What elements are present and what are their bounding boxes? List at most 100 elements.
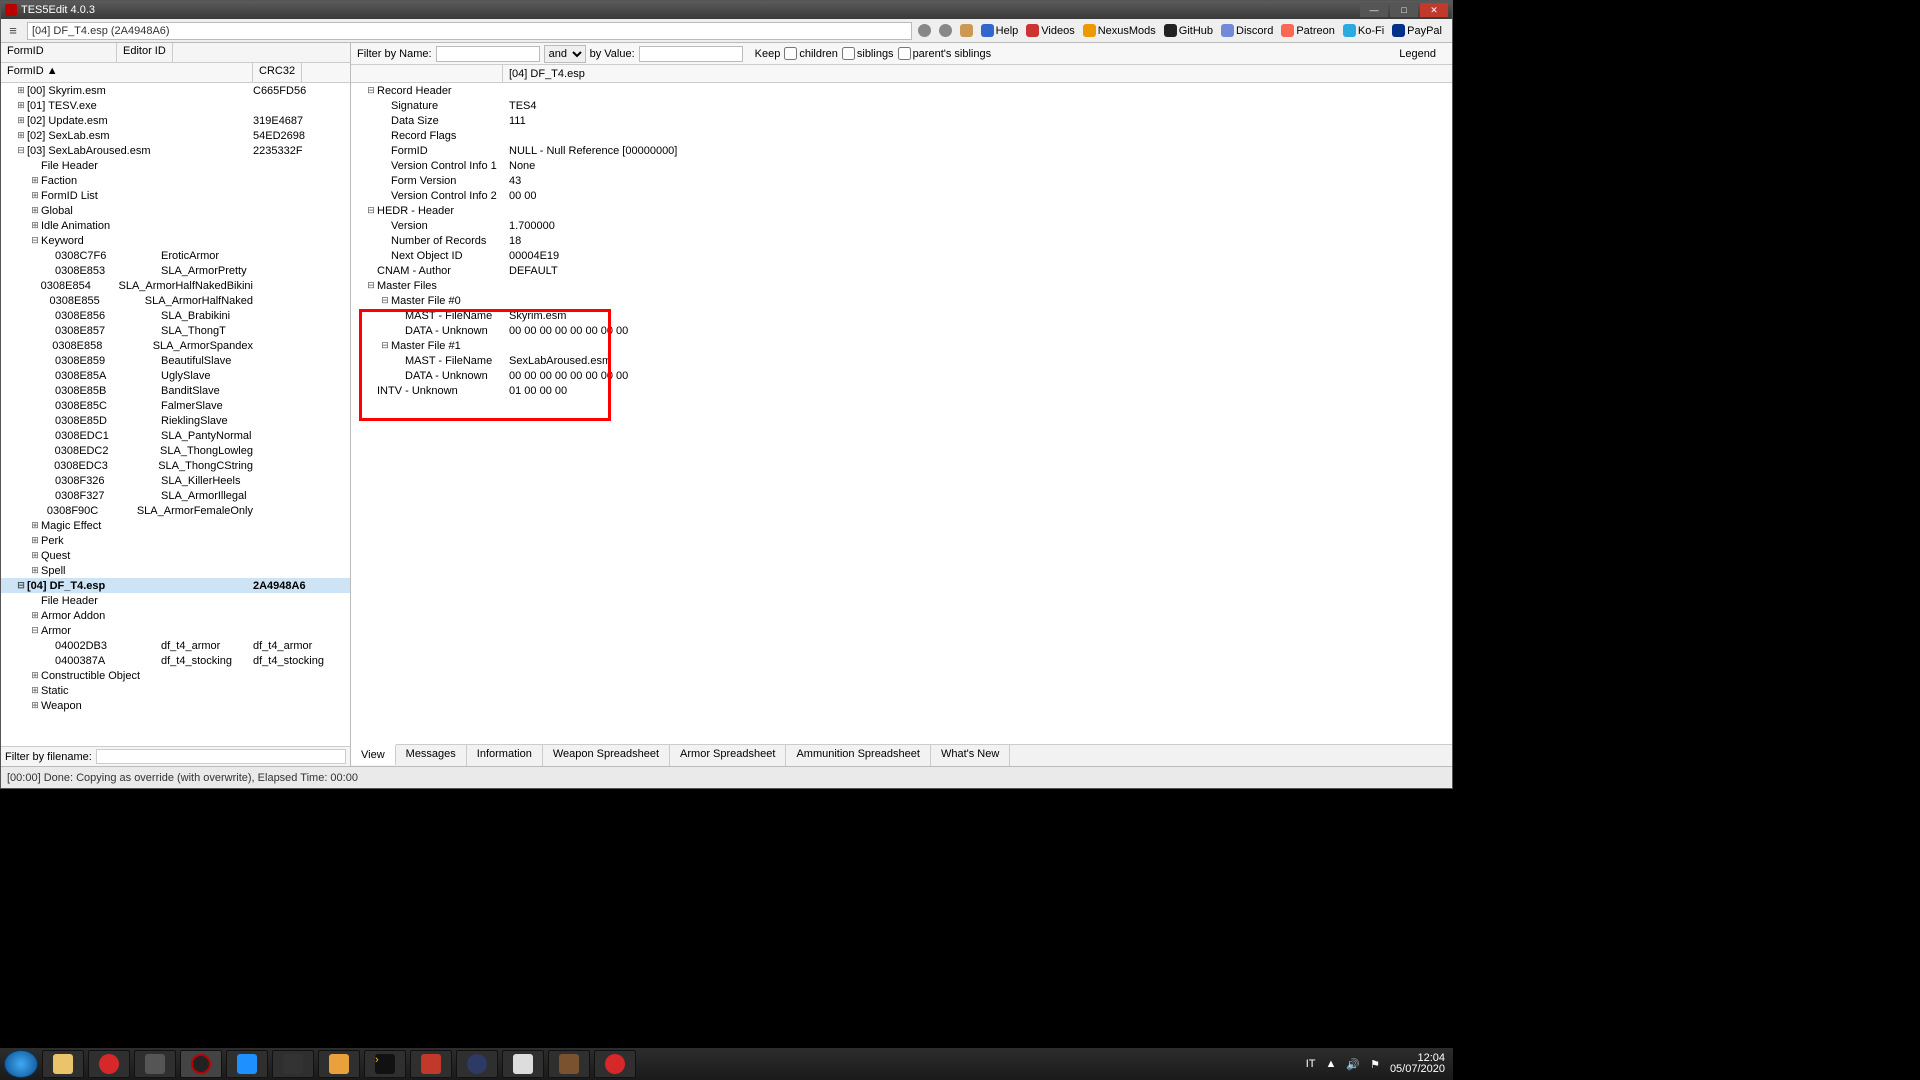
tree-row[interactable]: 0308C7F6EroticArmor [1,248,350,263]
tree-row[interactable]: ⊞Quest [1,548,350,563]
address-field[interactable]: [04] DF_T4.esp (2A4948A6) [27,22,912,40]
taskbar-item[interactable] [180,1050,222,1078]
taskbar-item[interactable]: › [364,1050,406,1078]
link-paypal[interactable]: PayPal [1392,24,1442,37]
expand-icon[interactable]: ⊟ [365,280,377,291]
keep-siblings[interactable]: siblings [842,47,894,60]
record-row[interactable]: FormIDNULL - Null Reference [00000000] [351,143,1452,158]
expand-icon[interactable]: ⊞ [15,100,27,111]
link-github[interactable]: GitHub [1164,24,1213,37]
tree-row[interactable]: ⊞FormID List [1,188,350,203]
keep-children[interactable]: children [784,47,838,60]
tree-row[interactable]: ⊞Constructible Object [1,668,350,683]
expand-icon[interactable]: ⊞ [29,190,41,201]
tab-view[interactable]: View [351,744,396,765]
tree-row[interactable]: 0308EDC2SLA_ThongLowleg [1,443,350,458]
expand-icon[interactable]: ⊟ [29,235,41,246]
record-row[interactable]: INTV - Unknown01 00 00 00 [351,383,1452,398]
expand-icon[interactable]: ⊞ [29,610,41,621]
tree-row[interactable]: ⊞Weapon [1,698,350,713]
legend-button[interactable]: Legend [1389,45,1446,63]
taskbar-item[interactable] [42,1050,84,1078]
record-row[interactable]: Version Control Info 1None [351,158,1452,173]
taskbar-item[interactable] [318,1050,360,1078]
forward-icon[interactable] [939,24,952,37]
tree-row[interactable]: 0308E855SLA_ArmorHalfNaked [1,293,350,308]
start-button[interactable] [4,1050,38,1078]
tree-row[interactable]: ⊞[00] Skyrim.esmC665FD56 [1,83,350,98]
tree-row[interactable]: 0308E853SLA_ArmorPretty [1,263,350,278]
link-videos[interactable]: Videos [1026,24,1074,37]
record-row[interactable]: ⊟Master File #0 [351,293,1452,308]
tree-row[interactable]: ⊞Spell [1,563,350,578]
tree-row[interactable]: 0400387Adf_t4_stockingdf_t4_stocking [1,653,350,668]
record-row[interactable]: Number of Records18 [351,233,1452,248]
language-indicator[interactable]: IT [1306,1058,1316,1070]
taskbar-item[interactable] [456,1050,498,1078]
taskbar-item[interactable] [502,1050,544,1078]
tree-row[interactable]: ⊞Global [1,203,350,218]
tree-row[interactable]: 0308E859BeautifulSlave [1,353,350,368]
taskbar-item[interactable] [548,1050,590,1078]
minimize-button[interactable]: — [1360,3,1388,17]
link-help[interactable]: Help [981,24,1019,37]
filter-op-select[interactable]: and [544,45,586,63]
expand-icon[interactable]: ⊟ [379,340,391,351]
left-columns[interactable]: FormID ▲ CRC32 [1,63,350,83]
expand-icon[interactable]: ⊞ [29,685,41,696]
tree-row[interactable]: ⊟[03] SexLabAroused.esm2235332F [1,143,350,158]
expand-icon[interactable]: ⊞ [15,115,27,126]
tab-armor-spreadsheet[interactable]: Armor Spreadsheet [670,745,786,766]
record-row[interactable]: ⊟Master Files [351,278,1452,293]
tree-row[interactable]: 0308EDC1SLA_PantyNormal [1,428,350,443]
expand-icon[interactable]: ⊞ [29,520,41,531]
filter-value-input[interactable] [639,46,743,62]
record-row[interactable]: Record Flags [351,128,1452,143]
expand-icon[interactable]: ⊞ [29,700,41,711]
tree-row[interactable]: ⊟[04] DF_T4.esp2A4948A6 [1,578,350,593]
expand-icon[interactable]: ⊞ [29,670,41,681]
tree-row[interactable]: ⊞Perk [1,533,350,548]
tree-row[interactable]: ⊞[02] SexLab.esm54ED2698 [1,128,350,143]
tree-row[interactable]: ⊞Idle Animation [1,218,350,233]
expand-icon[interactable]: ⊞ [15,85,27,96]
tree-row[interactable]: 0308E85AUglySlave [1,368,350,383]
record-row[interactable]: Version1.700000 [351,218,1452,233]
expand-icon[interactable]: ⊞ [29,535,41,546]
expand-icon[interactable]: ⊟ [379,295,391,306]
tree-row[interactable]: ⊞Static [1,683,350,698]
tree-row[interactable]: File Header [1,158,350,173]
expand-icon[interactable]: ⊟ [15,145,27,156]
link-patreon[interactable]: Patreon [1281,24,1335,37]
tree-row[interactable]: 0308F326SLA_KillerHeels [1,473,350,488]
tree-row[interactable]: 0308F90CSLA_ArmorFemaleOnly [1,503,350,518]
tab-what-s-new[interactable]: What's New [931,745,1010,766]
plugin-tree[interactable]: ⊞[00] Skyrim.esmC665FD56⊞[01] TESV.exe ⊞[… [1,83,350,746]
link-discord[interactable]: Discord [1221,24,1273,37]
expand-icon[interactable]: ⊟ [365,85,377,96]
tab-information[interactable]: Information [467,745,543,766]
record-row[interactable]: MAST - FileNameSkyrim.esm [351,308,1452,323]
maximize-button[interactable]: □ [1390,3,1418,17]
expand-icon[interactable]: ⊞ [15,130,27,141]
tree-row[interactable]: ⊞[01] TESV.exe [1,98,350,113]
taskbar-item[interactable] [272,1050,314,1078]
tray-flag-icon[interactable]: ▲ [1325,1058,1336,1070]
expand-icon[interactable]: ⊞ [29,550,41,561]
tree-row[interactable]: 0308E858SLA_ArmorSpandex [1,338,350,353]
filter-name-input[interactable] [436,46,540,62]
expand-icon[interactable]: ⊞ [29,220,41,231]
tree-row[interactable]: 0308E85DRieklingSlave [1,413,350,428]
tab-weapon-spreadsheet[interactable]: Weapon Spreadsheet [543,745,670,766]
tree-row[interactable]: 04002DB3df_t4_armordf_t4_armor [1,638,350,653]
tree-row[interactable]: 0308E854SLA_ArmorHalfNakedBikini [1,278,350,293]
taskbar-item[interactable] [226,1050,268,1078]
tray-volume-icon[interactable]: 🔊 [1346,1058,1360,1071]
tree-row[interactable]: 0308E857SLA_ThongT [1,323,350,338]
record-row[interactable]: MAST - FileNameSexLabAroused.esm [351,353,1452,368]
filename-filter-input[interactable] [96,749,346,764]
tree-row[interactable]: ⊟Armor [1,623,350,638]
record-row[interactable]: ⊟HEDR - Header [351,203,1452,218]
taskbar-item[interactable] [134,1050,176,1078]
tree-row[interactable]: ⊞Magic Effect [1,518,350,533]
